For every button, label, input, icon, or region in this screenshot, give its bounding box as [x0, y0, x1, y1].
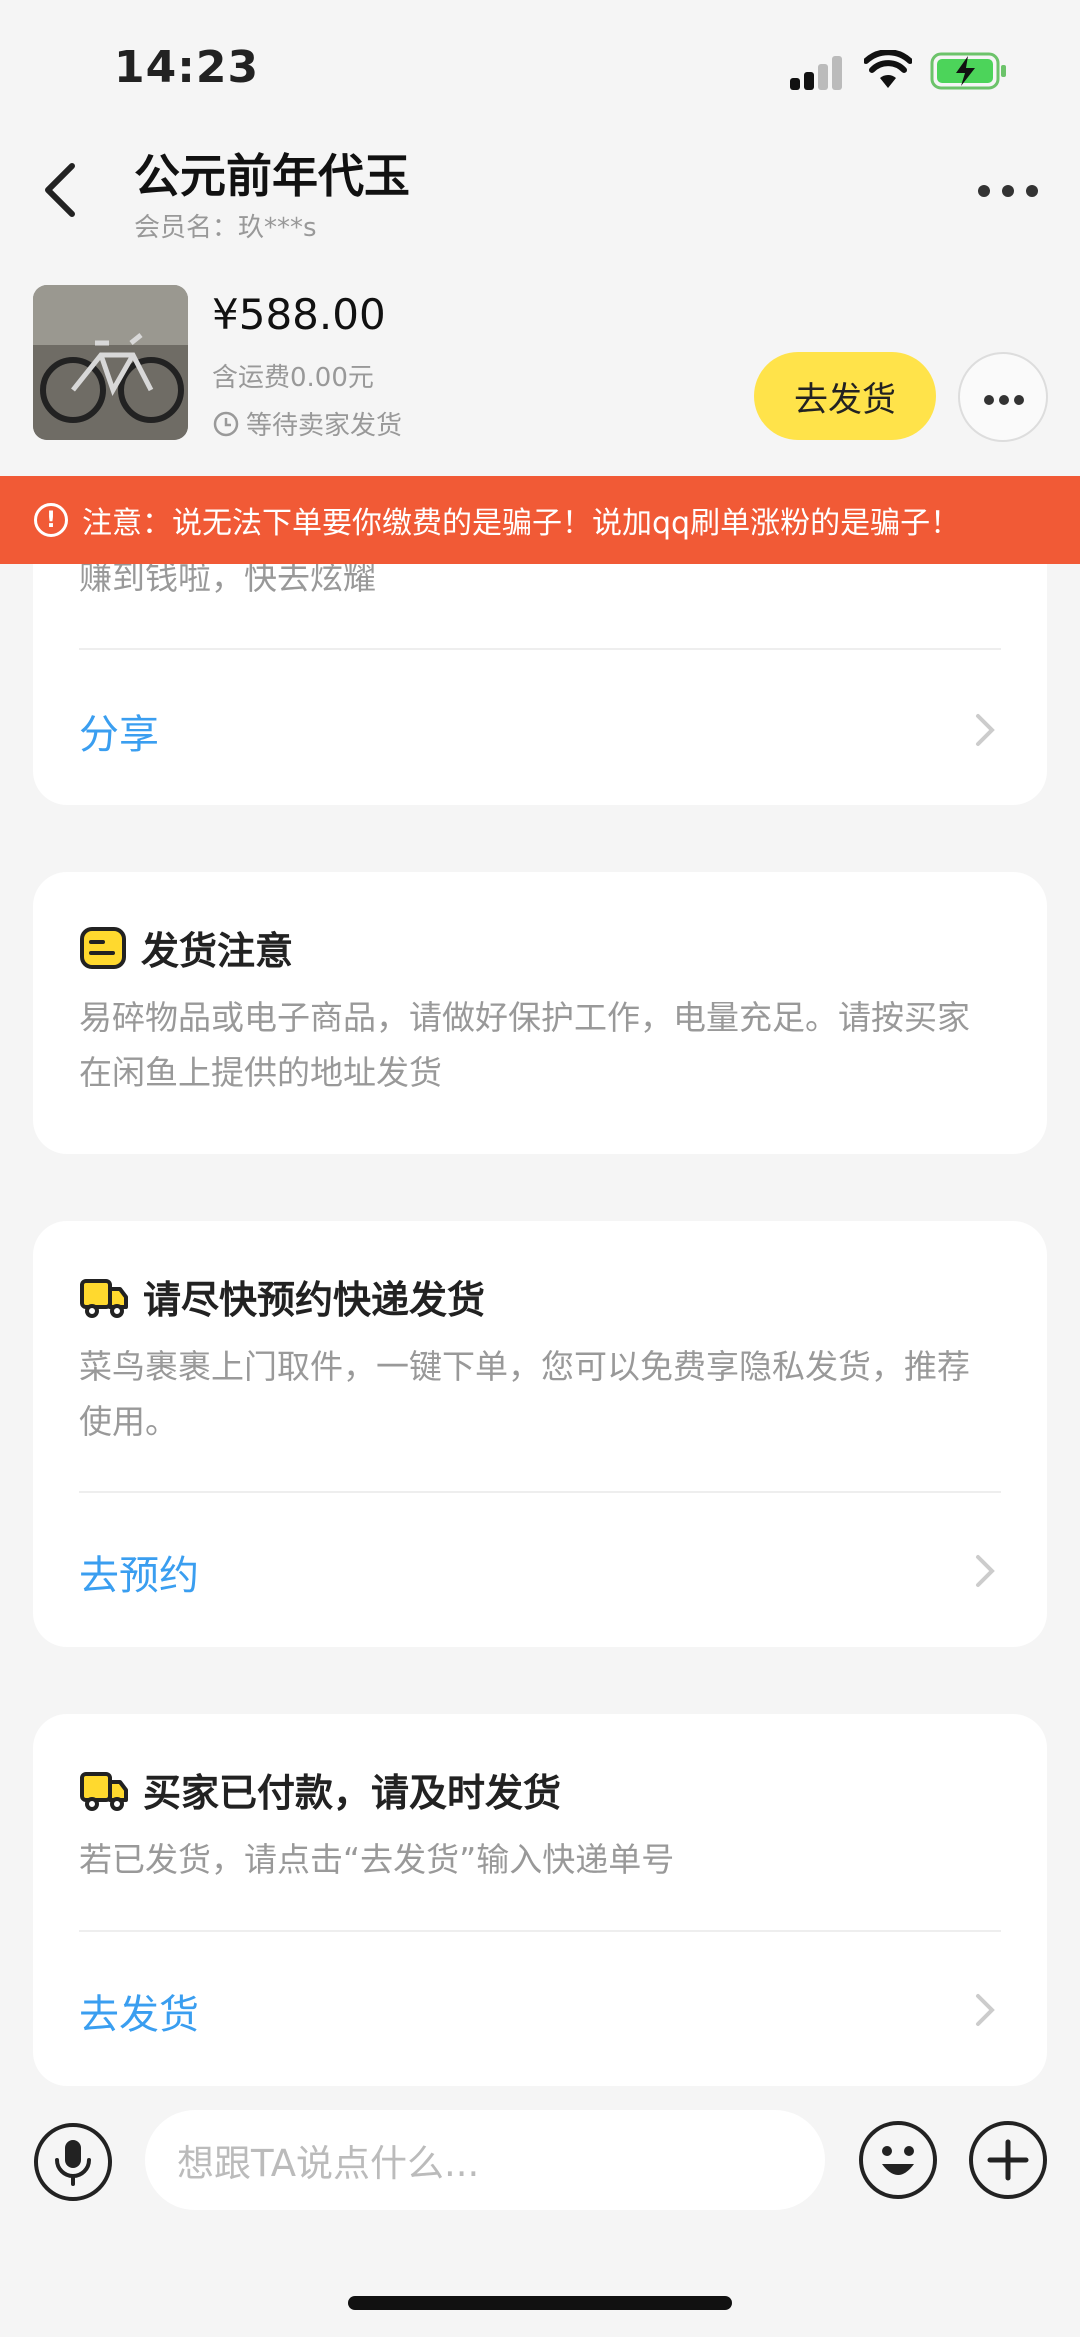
- express-booking-card: 请尽快预约快递发货 菜鸟裹裹上门取件，一键下单，您可以免费享隐私发货，推荐使用。…: [33, 1221, 1047, 1647]
- home-indicator: [348, 2296, 732, 2310]
- message-input[interactable]: 想跟TA说点什么...: [145, 2110, 825, 2210]
- battery-charging-icon: [930, 52, 1006, 90]
- order-price: ¥588.00: [212, 290, 386, 339]
- paid-title: 买家已付款，请及时发货: [79, 1762, 561, 1817]
- notice-box-icon: [80, 926, 126, 969]
- chevron-right-icon: [976, 1994, 995, 2026]
- back-arrow-icon[interactable]: [40, 160, 84, 220]
- notice-description: 易碎物品或电子商品，请做好保护工作，电量充足。请按买家在闲鱼上提供的地址发货: [79, 998, 970, 1092]
- status-time: 14:23: [114, 42, 260, 93]
- express-description: 菜鸟裹裹上门取件，一键下单，您可以免费享隐私发货，推荐使用。: [79, 1347, 970, 1441]
- share-link[interactable]: 分享: [79, 702, 159, 760]
- bicycle-image: [33, 285, 188, 440]
- delivery-truck-icon: [80, 1278, 128, 1318]
- paid-description: 若已发货，请点击“去发货”输入快递单号: [79, 1840, 675, 1879]
- delivery-truck-icon: [80, 1771, 128, 1811]
- shipping-fee: 含运费0.00元: [212, 363, 374, 393]
- cellular-signal-icon: [790, 56, 846, 90]
- notice-title-text: 发货注意: [141, 929, 294, 973]
- ship-button[interactable]: 去发货: [754, 352, 936, 440]
- shipping-notice-card: 发货注意 易碎物品或电子商品，请做好保护工作，电量充足。请按买家在闲鱼上提供的地…: [33, 872, 1047, 1154]
- chevron-right-icon: [976, 1555, 995, 1587]
- go-ship-link[interactable]: 去发货: [79, 1982, 199, 2040]
- notice-title: 发货注意: [79, 920, 293, 975]
- buyer-paid-card: 买家已付款，请及时发货 若已发货，请点击“去发货”输入快递单号 去发货: [33, 1714, 1047, 2086]
- member-name: 会员名：玖***s: [134, 213, 317, 243]
- book-pickup-link[interactable]: 去预约: [79, 1543, 199, 1601]
- scam-warning-banner: ! 注意：说无法下单要你缴费的是骗子！说加qq刷单涨粉的是骗子！: [0, 476, 1080, 564]
- add-attachment-button[interactable]: [968, 2120, 1048, 2200]
- order-status-text: 等待卖家发货: [246, 411, 403, 441]
- more-options-icon[interactable]: [978, 183, 1038, 199]
- page-title: 公元前年代玉: [134, 149, 410, 203]
- express-title: 请尽快预约快递发货: [79, 1269, 485, 1324]
- paid-title-text: 买家已付款，请及时发货: [143, 1771, 562, 1815]
- order-more-button[interactable]: [958, 352, 1048, 442]
- express-title-text: 请尽快预约快递发货: [143, 1278, 486, 1322]
- order-status: 等待卖家发货: [212, 405, 402, 442]
- warning-text: 注意：说无法下单要你缴费的是骗子！说加qq刷单涨粉的是骗子！: [82, 506, 961, 541]
- divider: [79, 648, 1001, 650]
- emoji-button[interactable]: [858, 2120, 938, 2200]
- product-thumbnail[interactable]: [33, 285, 188, 440]
- divider: [79, 1491, 1001, 1493]
- clock-icon: [213, 411, 239, 436]
- chevron-right-icon: [976, 714, 995, 746]
- alert-circle-icon: !: [34, 503, 68, 537]
- voice-input-button[interactable]: [33, 2122, 113, 2202]
- wifi-icon: [864, 50, 912, 88]
- divider: [79, 1930, 1001, 1932]
